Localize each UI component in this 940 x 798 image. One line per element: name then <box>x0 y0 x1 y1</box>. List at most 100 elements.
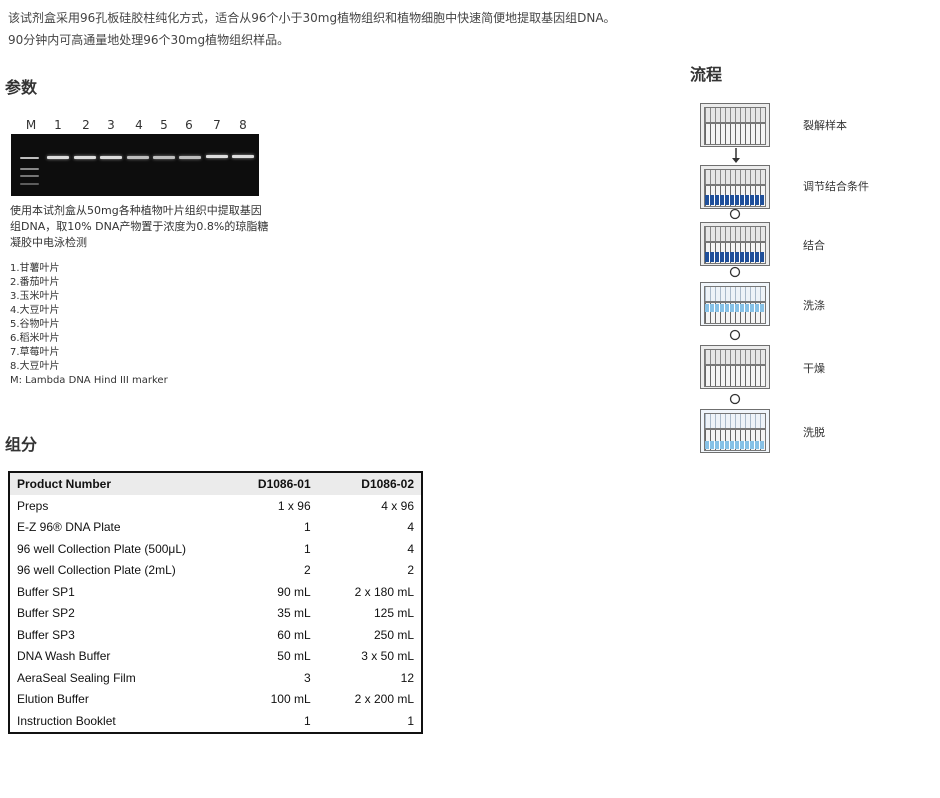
qty-02: 2 x 200 mL <box>354 692 414 707</box>
column-header: Product Number <box>9 472 224 495</box>
component-name: Buffer SP1 <box>17 584 75 599</box>
table-row: DNA Wash Buffer 50 mL 3 x 50 mL <box>9 646 422 668</box>
plate-illustration <box>700 165 770 209</box>
sample-item: 7.草莓叶片 <box>10 347 60 358</box>
table-row: 96 well Collection Plate (500μL) 1 4 <box>9 538 422 560</box>
centrifuge-icon <box>729 393 741 405</box>
qty-02: 12 <box>400 670 414 685</box>
qty-02: 3 x 50 mL <box>361 649 414 664</box>
dna-band <box>127 156 149 159</box>
component-name: 96 well Collection Plate (500μL) <box>17 541 187 556</box>
qty-02: 4 <box>407 541 414 556</box>
qty-01: 1 x 96 <box>277 498 311 513</box>
lane-label: 3 <box>107 118 115 132</box>
plate-illustration <box>700 103 770 147</box>
intro-line-2: 90分钟内可高通量地处理96个30mg植物组织样品。 <box>8 33 290 47</box>
component-name: DNA Wash Buffer <box>17 649 111 664</box>
sample-item: M: Lambda DNA Hind III marker <box>10 375 168 386</box>
dna-band <box>232 155 254 158</box>
sample-list: 1.甘薯叶片 2.番茄叶片 3.玉米叶片 4.大豆叶片 5.谷物叶片 6.稻米叶… <box>10 262 168 388</box>
qty-02: 1 <box>407 713 414 728</box>
plate-illustration <box>700 282 770 326</box>
component-name: Buffer SP2 <box>17 606 75 621</box>
marker-band <box>20 175 39 177</box>
lane-label: 2 <box>82 118 90 132</box>
intro-text: 该试剂盒采用96孔板硅胶柱纯化方式，适合从96个小于30mg植物组织和植物细胞中… <box>8 7 616 51</box>
table-row: 96 well Collection Plate (2mL) 2 2 <box>9 560 422 582</box>
marker-band <box>20 157 39 159</box>
qty-02: 4 x 96 <box>381 498 414 513</box>
component-name: Preps <box>17 498 49 513</box>
lane-label: 7 <box>213 118 221 132</box>
lane-label: 8 <box>239 118 247 132</box>
component-name: AeraSeal Sealing Film <box>17 670 136 685</box>
sample-item: 1.甘薯叶片 <box>10 263 60 274</box>
table-row: Instruction Booklet 1 1 <box>9 710 422 733</box>
params-heading: 参数 <box>5 78 38 97</box>
marker-band <box>20 183 39 185</box>
centrifuge-icon <box>729 266 741 278</box>
column-header: D1086-01 <box>224 472 318 495</box>
plate-illustration <box>700 409 770 453</box>
qty-02: 2 x 180 mL <box>354 584 414 599</box>
step-label-lyse: 裂解样本 <box>803 119 847 132</box>
plate-illustration <box>700 222 770 266</box>
qty-02: 4 <box>407 520 414 535</box>
qty-01: 1 <box>303 541 311 556</box>
dna-band <box>153 156 175 159</box>
step-label-wash: 洗涤 <box>803 299 825 312</box>
components-table: Product Number D1086-01 D1086-02 Preps 1 … <box>8 471 423 734</box>
gel-lane-labels: M 1 2 3 4 5 6 7 8 <box>11 118 259 132</box>
lane-label: M <box>25 118 37 132</box>
column-header: D1086-02 <box>317 472 422 495</box>
gel-image <box>11 134 259 196</box>
flow-heading: 流程 <box>690 65 723 84</box>
table-row: Preps 1 x 96 4 x 96 <box>9 495 422 517</box>
centrifuge-icon <box>729 208 741 220</box>
lane-label: 4 <box>135 118 143 132</box>
qty-01: 60 mL <box>277 627 311 642</box>
qty-01: 3 <box>303 670 311 685</box>
marker-band <box>20 168 39 170</box>
qty-01: 90 mL <box>277 584 311 599</box>
table-row: Elution Buffer 100 mL 2 x 200 mL <box>9 689 422 711</box>
qty-02: 250 mL <box>373 627 414 642</box>
qty-01: 50 mL <box>277 649 311 664</box>
component-name: Buffer SP3 <box>17 627 75 642</box>
components-heading: 组分 <box>5 435 38 454</box>
arrow-down-icon <box>732 148 740 163</box>
step-label-adjust-binding: 调节结合条件 <box>803 180 869 193</box>
sample-item: 3.玉米叶片 <box>10 291 60 302</box>
lane-label: 1 <box>54 118 62 132</box>
qty-01: 1 <box>303 713 311 728</box>
table-header-row: Product Number D1086-01 D1086-02 <box>9 472 422 495</box>
step-label-dry: 干燥 <box>803 362 825 375</box>
table-row: Buffer SP1 90 mL 2 x 180 mL <box>9 581 422 603</box>
qty-01: 1 <box>303 520 311 535</box>
dna-band <box>47 156 69 159</box>
lane-label: 6 <box>185 118 193 132</box>
sample-item: 5.谷物叶片 <box>10 319 60 330</box>
step-label-bind: 结合 <box>803 239 825 252</box>
gel-caption: 使用本试剂盒从50mg各种植物叶片组织中提取基因组DNA，取10% DNA产物置… <box>10 204 269 249</box>
qty-02: 125 mL <box>373 606 414 621</box>
qty-01: 100 mL <box>270 692 311 707</box>
component-name: 96 well Collection Plate (2mL) <box>17 563 176 578</box>
sample-item: 4.大豆叶片 <box>10 305 60 316</box>
dna-band <box>100 156 122 159</box>
centrifuge-icon <box>729 329 741 341</box>
table-row: AeraSeal Sealing Film 3 12 <box>9 667 422 689</box>
component-name: Instruction Booklet <box>17 713 116 728</box>
dna-band <box>179 156 201 159</box>
sample-item: 8.大豆叶片 <box>10 361 60 372</box>
dna-band <box>74 156 96 159</box>
table-row: Buffer SP2 35 mL 125 mL <box>9 603 422 625</box>
qty-02: 2 <box>407 563 414 578</box>
sample-item: 6.稻米叶片 <box>10 333 60 344</box>
lane-label: 5 <box>160 118 168 132</box>
component-name: Elution Buffer <box>17 692 89 707</box>
table-row: E-Z 96® DNA Plate 1 4 <box>9 517 422 539</box>
sample-item: 2.番茄叶片 <box>10 277 60 288</box>
intro-line-1: 该试剂盒采用96孔板硅胶柱纯化方式，适合从96个小于30mg植物组织和植物细胞中… <box>8 11 616 25</box>
dna-band <box>206 155 228 158</box>
